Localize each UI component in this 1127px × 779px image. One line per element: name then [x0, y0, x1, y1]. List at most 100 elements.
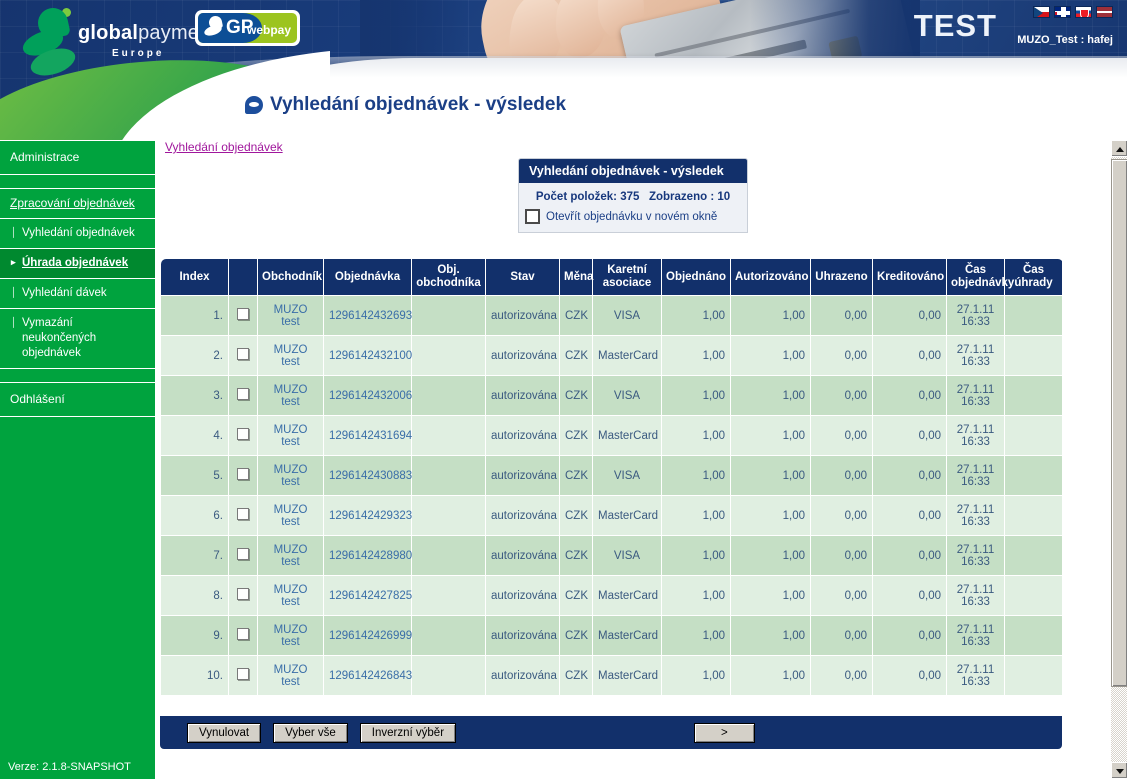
cell-merchant[interactable]: MUZO test — [257, 615, 324, 656]
cell-merchant[interactable]: MUZO test — [257, 375, 324, 416]
cell-merchant-order — [411, 415, 486, 456]
flag-latvian-icon[interactable] — [1096, 6, 1113, 18]
col-merchant-order[interactable]: Obj. obchodníka — [411, 258, 486, 296]
col-merchant[interactable]: Obchodník — [257, 258, 324, 296]
cell-order-link[interactable]: 1296142432693 — [329, 310, 412, 322]
col-currency[interactable]: Měna — [559, 258, 593, 296]
sidebar-item-label: Úhrada objednávek — [22, 257, 129, 269]
row-select-checkbox[interactable] — [237, 508, 249, 520]
col-card-association[interactable]: Karetní asociace — [592, 258, 662, 296]
cell-order[interactable]: 1296142426843 — [323, 655, 412, 696]
cell-merchant-link[interactable]: MUZO test — [274, 424, 308, 448]
cell-order[interactable]: 1296142432693 — [323, 295, 412, 336]
col-ordered[interactable]: Objednáno — [661, 258, 731, 296]
cell-merchant[interactable]: MUZO test — [257, 335, 324, 376]
cell-order-link[interactable]: 1296142426843 — [329, 670, 412, 682]
scrollbar-thumb[interactable] — [1111, 159, 1127, 687]
cell-merchant-link[interactable]: MUZO test — [274, 384, 308, 408]
col-select — [228, 258, 258, 296]
next-page-button[interactable]: > — [694, 722, 755, 743]
cell-merchant[interactable]: MUZO test — [257, 495, 324, 536]
cell-merchant-link[interactable]: MUZO test — [274, 464, 308, 488]
flag-slovak-icon[interactable] — [1075, 6, 1092, 18]
cell-order-link[interactable]: 1296142432100 — [329, 350, 412, 362]
row-select-checkbox[interactable] — [237, 628, 249, 640]
cell-merchant[interactable]: MUZO test — [257, 415, 324, 456]
cell-order[interactable]: 1296142431694 — [323, 415, 412, 456]
cell-merchant-link[interactable]: MUZO test — [274, 344, 308, 368]
flag-czech-icon[interactable] — [1033, 6, 1050, 18]
cell-order-link[interactable]: 1296142430883 — [329, 470, 412, 482]
flag-english-icon[interactable] — [1054, 6, 1071, 18]
vertical-scrollbar[interactable] — [1110, 140, 1127, 779]
gp-webpay-logo[interactable]: GP webpay — [195, 10, 300, 46]
col-authorized[interactable]: Autorizováno — [730, 258, 811, 296]
sidebar-item-vyhledani-davek[interactable]: │ Vyhledání dávek — [0, 279, 155, 308]
cell-currency: CZK — [559, 335, 593, 376]
row-select-checkbox[interactable] — [237, 668, 249, 680]
cell-credited: 0,00 — [872, 455, 947, 496]
cell-merchant-link[interactable]: MUZO test — [274, 504, 308, 528]
cell-order[interactable]: 1296142426999 — [323, 615, 412, 656]
result-info-title: Vyhledání objednávek - výsledek — [519, 159, 747, 183]
sidebar-item-administrace[interactable]: Administrace — [0, 141, 155, 174]
col-paid[interactable]: Uhrazeno — [810, 258, 873, 296]
row-select-checkbox[interactable] — [237, 548, 249, 560]
cell-order-link[interactable]: 1296142429323 — [329, 510, 412, 522]
table-row: 10. MUZO test 1296142426843 autorizována CZK… — [160, 655, 1063, 696]
cell-order-link[interactable]: 1296142432006 — [329, 390, 412, 402]
table-row: 9. MUZO test 1296142426999 autorizována CZK M… — [160, 615, 1063, 656]
row-select-checkbox[interactable] — [237, 428, 249, 440]
cell-currency: CZK — [559, 375, 593, 416]
cell-paid: 0,00 — [810, 615, 873, 656]
select-all-button[interactable]: Vyber vše — [273, 722, 348, 743]
cell-order-link[interactable]: 1296142427825 — [329, 590, 412, 602]
row-select-checkbox[interactable] — [237, 348, 249, 360]
cell-merchant-link[interactable]: MUZO test — [274, 584, 308, 608]
cell-order-time: 27.1.11 16:33 — [946, 295, 1005, 336]
sidebar-item-uhrada-objednavek[interactable]: ▸ Úhrada objednávek — [0, 249, 155, 278]
col-index[interactable]: Index — [160, 258, 229, 296]
cell-order[interactable]: 1296142430883 — [323, 455, 412, 496]
row-select-checkbox[interactable] — [237, 468, 249, 480]
cell-order-link[interactable]: 1296142426999 — [329, 630, 412, 642]
sidebar-item-odhlaseni[interactable]: Odhlášení — [0, 383, 155, 416]
cell-select — [228, 575, 258, 616]
row-select-checkbox[interactable] — [237, 588, 249, 600]
cell-order-link[interactable]: 1296142431694 — [329, 430, 412, 442]
cell-merchant-link[interactable]: MUZO test — [274, 664, 308, 688]
cell-merchant[interactable]: MUZO test — [257, 655, 324, 696]
row-select-checkbox[interactable] — [237, 388, 249, 400]
cell-merchant[interactable]: MUZO test — [257, 535, 324, 576]
cell-order[interactable]: 1296142432100 — [323, 335, 412, 376]
cell-order-time: 27.1.11 16:33 — [946, 375, 1005, 416]
scroll-up-arrow-icon[interactable] — [1111, 140, 1127, 157]
cell-authorized: 1,00 — [730, 415, 811, 456]
sidebar-item-zpracovani-objednavek[interactable]: Zpracování objednávek — [0, 189, 155, 218]
cell-merchant-link[interactable]: MUZO test — [274, 304, 308, 328]
cell-merchant-link[interactable]: MUZO test — [274, 624, 308, 648]
scroll-down-arrow-icon[interactable] — [1111, 762, 1127, 779]
breadcrumb-link[interactable]: Vyhledání objednávek — [165, 140, 283, 154]
col-order-time[interactable]: Čas objednávky — [946, 258, 1014, 296]
col-state[interactable]: Stav — [485, 258, 560, 296]
cell-order[interactable]: 1296142427825 — [323, 575, 412, 616]
orders-table-body: 1. MUZO test 1296142432693 autorizována CZK V… — [160, 295, 1063, 696]
invert-selection-button[interactable]: Inverzní výběr — [359, 722, 457, 743]
row-select-checkbox[interactable] — [237, 308, 249, 320]
cell-order[interactable]: 1296142429323 — [323, 495, 412, 536]
cell-merchant-link[interactable]: MUZO test — [274, 544, 308, 568]
cell-order-link[interactable]: 1296142428980 — [329, 550, 412, 562]
cell-order[interactable]: 1296142428980 — [323, 535, 412, 576]
open-in-new-window-checkbox[interactable] — [525, 209, 540, 224]
col-credited[interactable]: Kreditováno — [872, 258, 947, 296]
sidebar-item-vymazani-neukoncenych-objednavek[interactable]: │ Vymazání neukončených objednávek — [0, 309, 155, 368]
col-order[interactable]: Objednávka — [323, 258, 412, 296]
cell-order[interactable]: 1296142432006 — [323, 375, 412, 416]
cell-merchant[interactable]: MUZO test — [257, 295, 324, 336]
cell-merchant[interactable]: MUZO test — [257, 575, 324, 616]
sidebar-item-vyhledani-objednavek[interactable]: │ Vyhledání objednávek — [0, 219, 155, 248]
reset-button[interactable]: Vynulovat — [187, 722, 262, 743]
cell-merchant[interactable]: MUZO test — [257, 455, 324, 496]
cell-card-association: MasterCard — [592, 335, 662, 376]
